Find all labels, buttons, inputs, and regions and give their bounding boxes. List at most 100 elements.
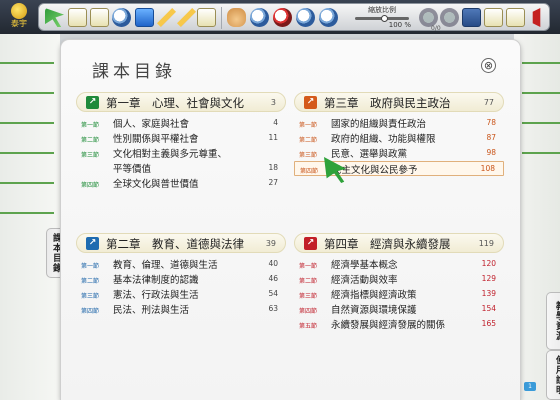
toolbar-strip: 縮放比例 100 % 0/0 (38, 3, 550, 32)
section-item[interactable]: 第三節 經濟指標與經濟政策 139 (294, 287, 504, 302)
section-number: 第四節 (299, 308, 318, 315)
zoom-control[interactable]: 縮放比例 100 % (351, 6, 413, 30)
tab-user-guide[interactable]: 使用說明 (546, 350, 560, 400)
section-page: 27 (268, 178, 278, 187)
section-item[interactable]: 第三節 文化相對主義與多元尊重、 (76, 146, 286, 161)
chapter-title: 第一章 心理、社會與文化 (106, 96, 244, 110)
left-page-edge (0, 32, 60, 400)
section-number: 第二節 (81, 278, 100, 285)
chapter-page: 77 (483, 98, 494, 107)
export-icon[interactable] (484, 8, 503, 27)
section-item[interactable]: 第二節 經濟活動與效率 129 (294, 272, 504, 287)
section-item[interactable]: 第四節 民法、刑法與生活 63 (76, 302, 286, 317)
section-item[interactable]: 第四節 自然資源與環境保護 154 (294, 302, 504, 317)
section-number: 第一節 (81, 263, 100, 270)
page-count: 0/0 (431, 25, 441, 32)
zoom-value: 100 % (388, 21, 411, 29)
pointer-arrow-icon[interactable] (45, 8, 64, 27)
section-item[interactable]: 第一節 國家的組織與責任政治 78 (294, 116, 504, 131)
zoom-in-icon[interactable] (250, 8, 269, 27)
redo-icon[interactable] (440, 8, 459, 27)
note-icon[interactable] (68, 8, 87, 27)
section-number: 第四節 (300, 168, 319, 175)
highlighter-icon[interactable] (157, 8, 176, 27)
app-logo[interactable]: 泰宇 (2, 0, 36, 34)
section-title: 教育、倫理、道德與生活 (113, 260, 218, 271)
section-title: 全球文化與普世價值 (113, 179, 199, 190)
zoom-out-icon[interactable] (273, 8, 292, 27)
section-page: 87 (486, 133, 496, 142)
chapter-header[interactable]: ↗ 第一章 心理、社會與文化 3 (76, 92, 286, 112)
section-item[interactable]: 第三節 憲法、行政法與生活 54 (76, 287, 286, 302)
section-item[interactable]: 第一節 個人、家庭與社會 4 (76, 116, 286, 131)
section-title: 經濟活動與效率 (331, 275, 398, 286)
section-page: 18 (268, 163, 278, 172)
section-item[interactable]: 第一節 經濟學基本概念 120 (294, 257, 504, 272)
section-page: 129 (481, 274, 496, 283)
section-number: 第二節 (81, 137, 100, 144)
arrow-icon: ↗ (86, 96, 99, 109)
section-title: 永續發展與經濟發展的關係 (331, 320, 446, 331)
chapter-header[interactable]: ↗ 第二章 教育、道德與法律 39 (76, 233, 286, 253)
chapter-header[interactable]: ↗ 第四章 經濟與永續發展 119 (294, 233, 504, 253)
pen-icon[interactable] (177, 8, 196, 27)
arrow-icon: ↗ (86, 237, 99, 250)
section-number: 第二節 (299, 278, 318, 285)
section-number: 第五節 (299, 323, 318, 330)
chapter-page: 39 (265, 239, 276, 248)
page-title: 課本目錄 (92, 62, 176, 82)
toc-panel: 課本目錄 ⊗ ↗ 第一章 心理、社會與文化 3 第一節 個人、家庭與社會 4 第… (61, 40, 520, 400)
section-title: 經濟學基本概念 (331, 260, 398, 271)
window-icon[interactable] (135, 8, 154, 27)
section-title: 民意、選舉與政黨 (331, 149, 408, 160)
chapter-1: ↗ 第一章 心理、社會與文化 3 第一節 個人、家庭與社會 4 第二節 性別關係… (76, 92, 286, 191)
logo-text: 泰宇 (11, 19, 27, 28)
close-icon[interactable]: ⊗ (481, 58, 496, 73)
section-title: 個人、家庭與社會 (113, 119, 190, 130)
section-item[interactable]: 第二節 性別關係與平權社會 11 (76, 131, 286, 146)
chapter-title: 第二章 教育、道德與法律 (106, 237, 244, 251)
zoom-find-icon[interactable] (296, 8, 315, 27)
tab-teaching-resources[interactable]: 教學資源 (546, 292, 560, 350)
section-number: 第二節 (299, 137, 318, 144)
add-page-icon[interactable] (197, 8, 216, 27)
chapter-4: ↗ 第四章 經濟與永續發展 119 第一節 經濟學基本概念 120 第二節 經濟… (294, 233, 504, 332)
section-number: 第一節 (299, 263, 318, 270)
section-item-continued[interactable]: 平等價值 18 (76, 161, 286, 176)
zoom-label: 縮放比例 (368, 6, 396, 14)
volume-icon[interactable] (532, 8, 541, 27)
logo-icon (11, 3, 27, 19)
section-item[interactable]: 第四節 全球文化與普世價值 27 (76, 176, 286, 191)
section-title: 基本法律制度的認識 (113, 275, 199, 286)
section-number: 第三節 (81, 293, 100, 300)
page-icon[interactable] (506, 8, 525, 27)
section-item[interactable]: 第一節 教育、倫理、道德與生活 40 (76, 257, 286, 272)
chapter-title: 第四章 經濟與永續發展 (324, 237, 451, 251)
section-page: 63 (268, 304, 278, 313)
save-icon[interactable] (462, 8, 481, 27)
chapter-header[interactable]: ↗ 第三章 政府與民主政治 77 (294, 92, 504, 112)
chapter-title: 第三章 政府與民主政治 (324, 96, 451, 110)
hand-icon[interactable] (227, 8, 246, 27)
section-page: 154 (481, 304, 496, 313)
section-page: 46 (268, 274, 278, 283)
section-page: 40 (268, 259, 278, 268)
section-page: 139 (481, 289, 496, 298)
section-title: 憲法、行政法與生活 (113, 290, 199, 301)
section-page: 78 (486, 118, 496, 127)
section-item[interactable]: 第五節 永續發展與經濟發展的關係 165 (294, 317, 504, 332)
zoom-fit-icon[interactable] (319, 8, 338, 27)
section-item[interactable]: 第二節 基本法律制度的認識 46 (76, 272, 286, 287)
section-number: 第三節 (299, 152, 318, 159)
zoom-slider-handle[interactable] (381, 15, 389, 22)
chapter-page: 119 (478, 239, 494, 248)
search-icon[interactable] (112, 8, 131, 27)
section-item[interactable]: 第二節 政府的組織、功能與權限 87 (294, 131, 504, 146)
section-page: 54 (268, 289, 278, 298)
section-title: 自然資源與環境保護 (331, 305, 417, 316)
chapter-page: 3 (270, 98, 276, 107)
notebook-icon[interactable] (90, 8, 109, 27)
chapter-2: ↗ 第二章 教育、道德與法律 39 第一節 教育、倫理、道德與生活 40 第二節… (76, 233, 286, 317)
section-number: 第一節 (299, 122, 318, 129)
arrow-icon: ↗ (304, 96, 317, 109)
